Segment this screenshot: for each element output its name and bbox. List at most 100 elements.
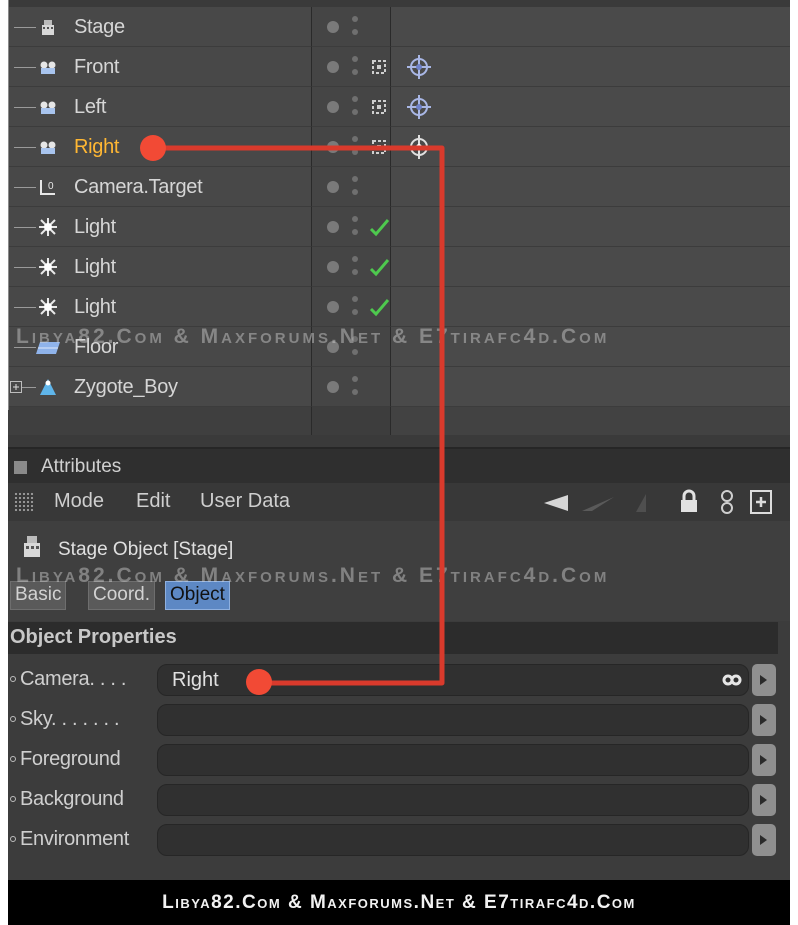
property-sky: Sky. . . . . . . [8, 702, 778, 738]
watermark: Libya82.Com & Maxforums.Net & E7tirafc4d… [16, 564, 610, 587]
property-environment: Environment [8, 822, 778, 858]
editor-render-dots[interactable] [352, 16, 358, 38]
sky-link-field[interactable] [157, 704, 749, 736]
attributes-header: Attributes [8, 447, 790, 483]
environment-link-field[interactable] [157, 824, 749, 856]
visibility-dot[interactable] [327, 61, 339, 73]
target-tag-icon[interactable] [404, 95, 434, 119]
forward-arrow-icon[interactable] [580, 494, 616, 512]
object-manager: Stage Front Left Right 0 Camera.Target L… [8, 0, 790, 435]
object-name: Camera.Target [74, 176, 203, 198]
figure-icon [40, 379, 56, 395]
checkmark-icon[interactable] [368, 215, 390, 239]
object-name: Left [74, 96, 107, 118]
svg-text:0: 0 [48, 181, 54, 192]
up-arrow-icon[interactable] [630, 492, 652, 514]
property-label: Background [20, 788, 124, 810]
camera-link-arrow[interactable] [752, 664, 776, 696]
menu-mode[interactable]: Mode [54, 490, 104, 513]
panel-icon [14, 461, 27, 474]
object-row-stage[interactable]: Stage [8, 7, 790, 47]
object-name: Stage [74, 16, 125, 38]
checkmark-icon[interactable] [368, 295, 390, 319]
lock-icon[interactable] [678, 488, 700, 514]
expand-icon[interactable] [10, 381, 22, 393]
visibility-dot[interactable] [327, 141, 339, 153]
camera-link-field[interactable]: Right [157, 664, 749, 696]
back-arrow-icon[interactable] [542, 494, 570, 512]
object-name: Zygote_Boy [74, 376, 178, 398]
new-panel-icon[interactable] [749, 489, 773, 515]
object-row-right[interactable]: Right [8, 127, 790, 167]
object-row-front[interactable]: Front [8, 47, 790, 87]
section-title: Object Properties [10, 626, 177, 648]
animation-dot[interactable] [10, 756, 16, 762]
watermark: Libya82.Com & Maxforums.Net & E7tirafc4d… [16, 325, 610, 348]
property-camera: Camera. . . . Right [8, 662, 778, 698]
object-row-light[interactable]: Light [8, 207, 790, 247]
visibility-dot[interactable] [327, 261, 339, 273]
object-title: Stage Object [Stage] [58, 539, 234, 560]
editor-render-dots[interactable] [352, 56, 358, 78]
menu-user-data[interactable]: User Data [200, 490, 290, 513]
object-name: Front [74, 56, 120, 78]
menu-edit[interactable]: Edit [136, 490, 170, 513]
sky-link-arrow[interactable] [752, 704, 776, 736]
editor-render-dots[interactable] [352, 296, 358, 318]
visibility-dot[interactable] [327, 301, 339, 313]
foreground-link-field[interactable] [157, 744, 749, 776]
protection-tag-icon[interactable] [370, 135, 388, 159]
target-tag-icon[interactable] [404, 55, 434, 79]
protection-tag-icon[interactable] [370, 55, 388, 79]
footer-credit: Libya82.Com & Maxforums.Net & E7tirafc4d… [162, 892, 636, 913]
background-link-arrow[interactable] [752, 784, 776, 816]
editor-render-dots[interactable] [352, 376, 358, 398]
foreground-link-arrow[interactable] [752, 744, 776, 776]
object-row-light[interactable]: Light [8, 247, 790, 287]
footer-banner: Libya82.Com & Maxforums.Net & E7tirafc4d… [8, 880, 790, 925]
checkmark-icon[interactable] [368, 255, 390, 279]
property-label: Camera. . . . [20, 668, 127, 690]
visibility-dot[interactable] [327, 181, 339, 193]
camera-icon [40, 61, 56, 74]
editor-render-dots[interactable] [352, 216, 358, 238]
camera-icon [722, 674, 742, 686]
object-name: Light [74, 296, 116, 318]
light-icon [39, 218, 57, 236]
camera-link-value: Right [172, 669, 219, 691]
background-link-field[interactable] [157, 784, 749, 816]
object-row-left[interactable]: Left [8, 87, 790, 127]
editor-render-dots[interactable] [352, 256, 358, 278]
target-null-icon: 0 [40, 180, 55, 195]
target-tag-icon[interactable] [404, 135, 434, 159]
link-icon[interactable] [719, 489, 735, 515]
object-name: Light [74, 256, 116, 278]
editor-render-dots[interactable] [352, 96, 358, 118]
panel-title: Attributes [41, 456, 122, 477]
visibility-dot[interactable] [327, 381, 339, 393]
visibility-dot[interactable] [327, 221, 339, 233]
stage-icon [42, 20, 54, 35]
editor-render-dots[interactable] [352, 136, 358, 158]
object-row-zygote-boy[interactable]: Zygote_Boy [8, 367, 790, 407]
object-name: Light [74, 216, 116, 238]
animation-dot[interactable] [10, 796, 16, 802]
animation-dot[interactable] [10, 836, 16, 842]
grip-icon[interactable] [14, 492, 34, 512]
animation-dot[interactable] [10, 716, 16, 722]
editor-render-dots[interactable] [352, 176, 358, 198]
stage-icon [24, 536, 40, 557]
attributes-menubar: Mode Edit User Data [8, 483, 790, 521]
object-name-selected: Right [74, 136, 120, 158]
object-row-camera-target[interactable]: 0 Camera.Target [8, 167, 790, 207]
camera-icon [40, 141, 56, 154]
light-icon [39, 258, 57, 276]
object-row-light[interactable]: Light [8, 287, 790, 327]
visibility-dot[interactable] [327, 101, 339, 113]
protection-tag-icon[interactable] [370, 95, 388, 119]
environment-link-arrow[interactable] [752, 824, 776, 856]
animation-dot[interactable] [10, 676, 16, 682]
property-label: Environment [20, 828, 129, 850]
section-header[interactable]: Object Properties [8, 622, 778, 654]
visibility-dot[interactable] [327, 21, 339, 33]
